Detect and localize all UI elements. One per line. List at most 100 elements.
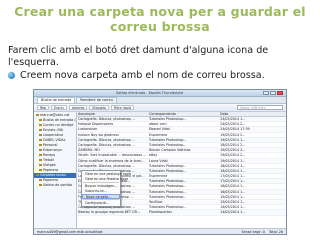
folder-label: Receps — [43, 153, 56, 157]
context-menu-item[interactable]: Obre en una pestanya nova — [82, 172, 131, 177]
message-date: 19/05/2014 1... — [220, 158, 246, 163]
status-text: marcus409@gmail.com està actualitzat — [37, 229, 103, 234]
message-correspondent: Tutoriales Photoshop... — [149, 179, 187, 184]
get-mail-button[interactable]: Rep — [37, 105, 50, 110]
slide-body: Farem clic amb el botó dret damunt d'alg… — [8, 45, 314, 82]
message-subject: ZAMBRU: MO — [78, 148, 100, 153]
message-date: 19/05/2014 2... — [220, 132, 246, 137]
folder-label: cooperativa — [43, 133, 64, 137]
message-date: 17/05/2014 1... — [220, 174, 246, 179]
status-bar: marcus409@gmail.com està actualitzat Sen… — [34, 228, 286, 234]
message-date: 19/05/2014 1... — [220, 137, 246, 142]
message-date: 14/05/2014 1... — [220, 205, 246, 210]
bullet-text: Creem nova carpeta amb el nom de correu … — [20, 70, 265, 81]
message-subject: Stroth: Soni Impostable ... desconiosos … — [78, 153, 147, 158]
message-subject: Cartografia: Dibuixa, photoshop ... — [78, 142, 135, 147]
folder-icon — [39, 148, 42, 152]
folder-icon — [39, 118, 42, 122]
slide-title: Crear una carpeta nova per a guardar el … — [14, 4, 306, 34]
folder-icon — [39, 168, 42, 172]
message-date: 19/05/2014 2... — [220, 153, 246, 158]
message-correspondent: eBay — [149, 153, 158, 158]
message-subject: Hotspot Dispensaries — [78, 122, 114, 127]
folder-icon — [39, 138, 42, 142]
message-date: 24/05/2014 1... — [220, 117, 246, 121]
message-subject: Cartografia: Dibuixa, photoshop ... — [78, 137, 135, 142]
message-date: 15/05/2014 1... — [220, 200, 246, 204]
folder-icon — [39, 178, 42, 182]
folder-label: DUBEL VIDAL — [43, 138, 66, 142]
folder-label: Esborranys — [43, 148, 62, 152]
context-menu-item[interactable]: Buscar missatges... — [82, 184, 120, 189]
folder-icon — [39, 133, 42, 137]
message-correspondent: YouTube — [149, 200, 163, 204]
minimize-icon[interactable] — [263, 91, 269, 95]
message-subject: Cartografia: Dibuixa, photoshop ... — [78, 163, 135, 168]
folder-label: Carpetes locals — [40, 173, 67, 177]
message-correspondent: Nixcon Campion Settinas — [149, 148, 191, 153]
folder-icon — [39, 143, 42, 147]
folder-icon — [36, 113, 39, 117]
column-subject[interactable]: Assumpte — [77, 112, 148, 116]
message-date: 24/05/2014 2... — [220, 122, 246, 127]
message-correspondent: Espremece — [149, 132, 168, 137]
main-area: marcus@xtec.catBústia de entrada (456)Co… — [34, 112, 286, 228]
message-correspondent: about com — [149, 122, 167, 127]
folder-label: Safata de sortida — [43, 183, 73, 187]
context-menu-item[interactable]: Obre en una finestra nova — [82, 177, 128, 182]
write-button[interactable]: Escriu — [51, 105, 67, 110]
message-date: 17/05/2014 1... — [220, 179, 246, 184]
quick-filter-button[interactable]: Filtre ràpid — [110, 105, 134, 110]
tab-strip: Bústia de entrada Remitent de correu — [34, 97, 286, 104]
context-menu-item[interactable]: Nova carpeta... — [82, 193, 120, 199]
folder-label: Paperera — [43, 178, 59, 182]
message-correspondent: Tutoriales Photoshop... — [149, 205, 187, 210]
unread-count: Sense llegir: 0 — [241, 229, 265, 234]
close-icon[interactable] — [277, 91, 283, 95]
message-correspondent: Tutoriales Photoshop... — [149, 137, 187, 142]
message-subject: Inalazn Noy wo gladness — [78, 132, 119, 137]
folder-label: marcus@xtec.cat — [40, 113, 70, 117]
folder-icon — [39, 123, 42, 127]
message-date: 15/05/2014 1... — [220, 194, 246, 199]
search-input[interactable]: Cerca <Ctrl+K> — [237, 105, 283, 110]
column-date[interactable]: Data — [219, 112, 286, 116]
context-menu: Obre en una pestanya nova Obre en una fin… — [81, 170, 131, 207]
message-date: 14/05/2014 1... — [220, 210, 246, 215]
folder-label: Bústia de entrada (456) — [43, 118, 76, 122]
folder-pane: marcus@xtec.catBústia de entrada (456)Co… — [34, 112, 77, 228]
message-correspondent: Tutoriales Photoshop... — [149, 189, 187, 194]
message-date: 16/05/2014 1... — [220, 189, 246, 194]
tab-inbox[interactable]: Bústia de entrada — [37, 97, 76, 103]
column-correspondents[interactable]: Correspondents — [148, 112, 219, 116]
folder-label: Paperera — [43, 168, 59, 172]
window-titlebar: Safata d'entrada - Mozilla Thunderbird — [34, 90, 286, 97]
message-date: 24/05/2014 17:39 — [220, 127, 250, 132]
tab-sender[interactable]: Remitent de correu — [76, 97, 117, 103]
folder-icon — [36, 173, 39, 177]
message-date: 18/05/2014 1... — [220, 168, 246, 173]
message-correspondent: Tutoriales Photoshop... — [149, 163, 187, 168]
message-subject: Lustorshum — [78, 127, 98, 132]
message-correspondent: Tutoriales Photoshop... — [149, 184, 187, 189]
message-row[interactable]: Nearby la grupiga reguerda BET GR... Plan… — [77, 210, 286, 216]
folder-icon — [39, 183, 42, 187]
slide-paragraph: Farem clic amb el botó dret damunt d'alg… — [8, 45, 269, 68]
thunderbird-screenshot: Safata d'entrada - Mozilla Thunderbird B… — [33, 89, 287, 235]
folder-icon — [39, 158, 42, 162]
main-toolbar: Rep Escriu Adreces Etiqueta Filtre ràpid… — [34, 104, 286, 112]
message-correspondent: Tutoriales Photoshop... — [149, 117, 187, 121]
folder-icon — [39, 163, 42, 167]
folder-item[interactable]: Safata de sortida — [34, 183, 76, 188]
folder-label: Correu no desitjat — [43, 123, 74, 127]
message-correspondent: Espremece — [149, 174, 168, 179]
message-subject: Nearby la grupiga reguerda BET GR... — [78, 210, 140, 215]
message-subject: Cartografia: Dibuixa, photoshop ... — [78, 117, 135, 121]
context-menu-item[interactable]: Configuració... — [82, 201, 120, 206]
address-book-button[interactable]: Adreces — [68, 105, 88, 110]
folder-icon — [39, 128, 42, 132]
tag-button[interactable]: Etiqueta — [89, 105, 109, 110]
message-correspondent: Planetopertas — [149, 210, 172, 215]
bullet-icon — [8, 72, 15, 79]
maximize-icon[interactable] — [270, 91, 276, 95]
